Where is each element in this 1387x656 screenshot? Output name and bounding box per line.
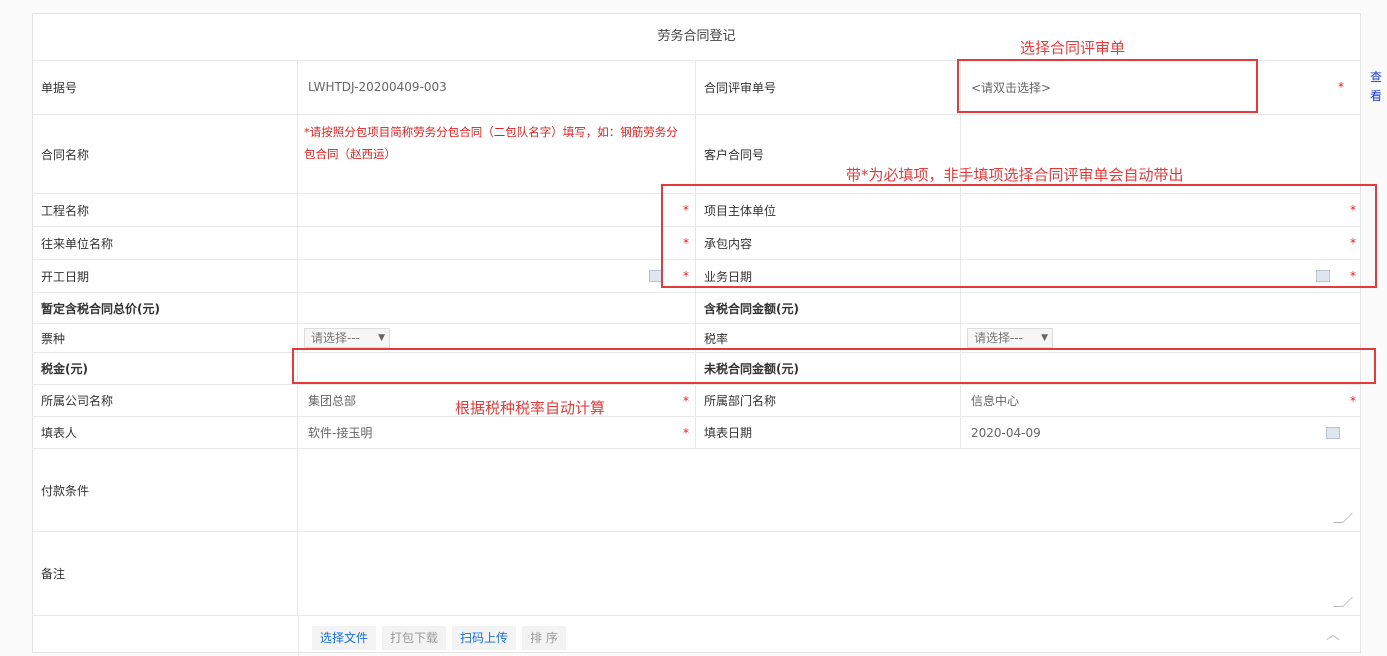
tax-rate-select[interactable]: 请选择--- ▼ [967,328,1053,348]
partner-label: 往来单位名称 [41,236,114,251]
annotation-select-review: 选择合同评审单 [1020,39,1126,57]
attachment-toolbar: 选择文件 打包下载 扫码上传 排 序 [312,626,566,650]
chevron-up-icon[interactable]: ︿ [1326,624,1340,644]
required-mark: * [1338,80,1344,94]
company-label: 所属公司名称 [41,394,114,408]
form-title: 劳务合同登记 [33,14,1360,61]
scan-upload-button[interactable]: 扫码上传 [452,626,517,650]
sort-button[interactable]: 排 序 [522,626,566,650]
doc-no-value: LWHTDJ-20200409-003 [308,80,447,94]
partner-field[interactable]: * [298,227,696,259]
payment-terms-label: 付款条件 [41,483,90,498]
doc-no-label: 单据号 [41,80,78,95]
fill-date-field[interactable]: 2020-04-09 [961,417,1362,448]
department-value: 信息中心 [971,394,1020,408]
total-price-label: 暂定含税合同总价(元) [41,301,160,316]
filler-label: 填表人 [41,426,78,440]
department-label: 所属部门名称 [704,394,777,408]
start-date-label: 开工日期 [41,269,90,284]
company-value: 集团总部 [308,394,357,408]
annotation-box-required [661,184,1377,288]
annotation-box-auto-calc [292,348,1376,384]
tax-incl-amount-label: 含税合同金额(元) [704,301,799,316]
project-name-label: 工程名称 [41,203,90,218]
annotation-box-review [957,59,1258,113]
department-field[interactable]: 信息中心 * [961,385,1362,416]
tax-incl-amount-field[interactable] [961,293,1362,323]
tax-label: 税金(元) [41,362,88,376]
dropdown-arrow-icon: ▼ [1041,333,1048,343]
view-link[interactable]: 查看 [1370,68,1384,106]
contract-name-hint: *请按照分包项目简称劳务分包合同（二包队名字）填写，如：钢筋劳务分包合同（赵西运… [304,125,678,161]
required-mark: * [1350,393,1356,408]
fill-date-label: 填表日期 [704,426,753,440]
required-mark: * [683,393,689,408]
dropdown-arrow-icon: ▼ [378,333,385,343]
invoice-type-select[interactable]: 请选择--- ▼ [304,328,390,348]
annotation-auto-calc: 根据税种税率自动计算 [455,399,606,417]
form-row-filler: 填表人 软件-接玉明 * 填表日期 2020-04-09 [33,417,1360,449]
form-row-payment-terms: 付款条件 [33,449,1360,532]
start-date-field[interactable]: * [298,260,696,292]
total-price-field[interactable] [298,293,696,323]
invoice-type-label: 票种 [41,331,66,346]
pack-download-button[interactable]: 打包下载 [382,626,447,650]
form-row-remarks: 备注 [33,532,1360,616]
remarks-label: 备注 [41,567,66,581]
form-row-total-price: 暂定含税合同总价(元) 含税合同金额(元) [33,293,1360,324]
calendar-icon[interactable] [1326,426,1340,439]
contract-name-field[interactable]: *请按照分包项目简称劳务分包合同（二包队名字）填写，如：钢筋劳务分包合同（赵西运… [298,115,696,193]
payment-terms-textarea[interactable] [298,449,1362,531]
required-mark: * [683,425,689,440]
select-file-button[interactable]: 选择文件 [312,626,377,650]
attachment-area [298,616,299,656]
customer-contract-no-label: 客户合同号 [704,147,765,162]
tax-rate-label: 税率 [704,331,729,346]
review-no-label: 合同评审单号 [704,80,777,95]
filler-value: 软件-接玉明 [308,426,373,440]
resize-handle-icon[interactable] [1333,597,1353,607]
resize-handle-icon[interactable] [1333,513,1353,523]
project-name-field[interactable]: * [298,194,696,226]
contract-name-label: 合同名称 [41,147,90,162]
form-row-company: 所属公司名称 集团总部 * 所属部门名称 信息中心 * [33,385,1360,417]
annotation-required-note: 带*为必填项，非手填项选择合同评审单会自动带出 [846,166,1184,184]
filler-field[interactable]: 软件-接玉明 * [298,417,696,448]
fill-date-value: 2020-04-09 [971,425,1041,440]
remarks-textarea[interactable] [298,532,1362,615]
